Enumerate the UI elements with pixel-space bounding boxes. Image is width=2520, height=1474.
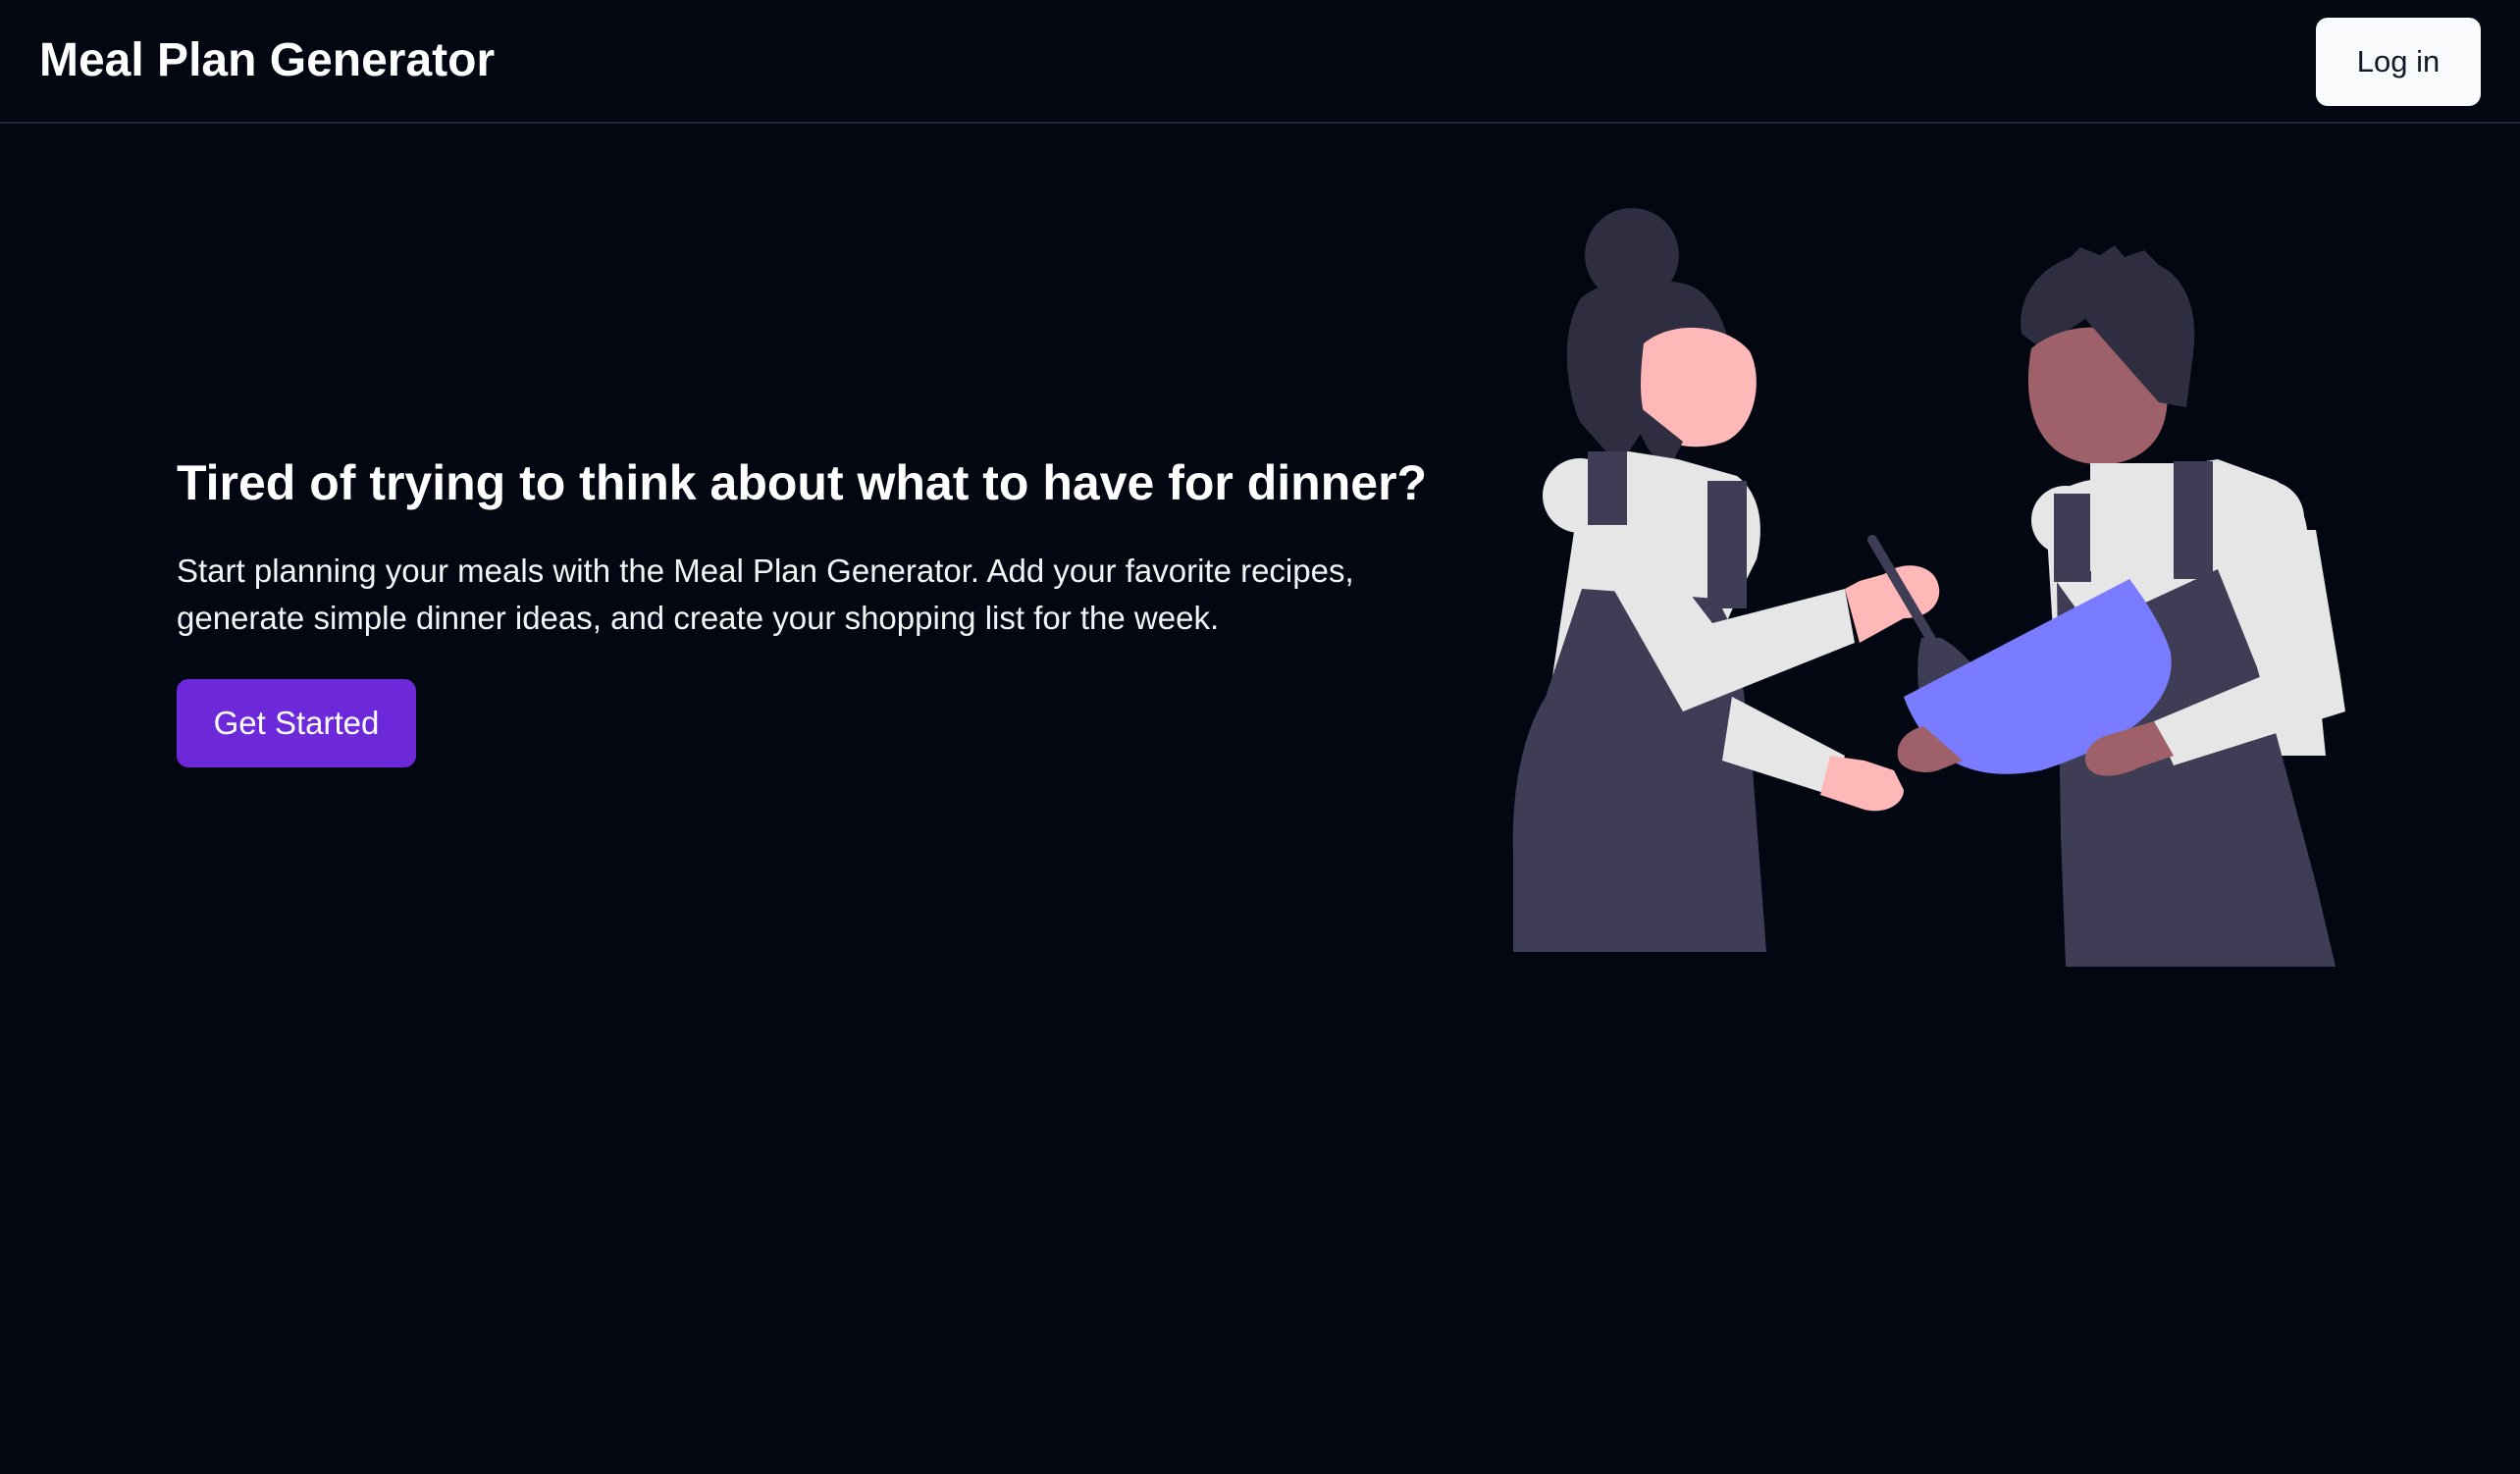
- top-nav: Meal Plan Generator Log in: [0, 0, 2520, 124]
- hero-text: Tired of trying to think about what to h…: [177, 451, 1452, 767]
- app-title: Meal Plan Generator: [39, 34, 496, 86]
- two-people-cooking-illustration-icon: [1512, 208, 2345, 967]
- hero-heading: Tired of trying to think about what to h…: [177, 455, 1428, 510]
- get-started-button[interactable]: Get Started: [177, 679, 416, 767]
- man-figure: [1897, 245, 2345, 967]
- hero-description: Start planning your meals with the Meal …: [177, 553, 1354, 636]
- woman-figure: [1512, 208, 1940, 952]
- login-button[interactable]: Log in: [2316, 18, 2481, 106]
